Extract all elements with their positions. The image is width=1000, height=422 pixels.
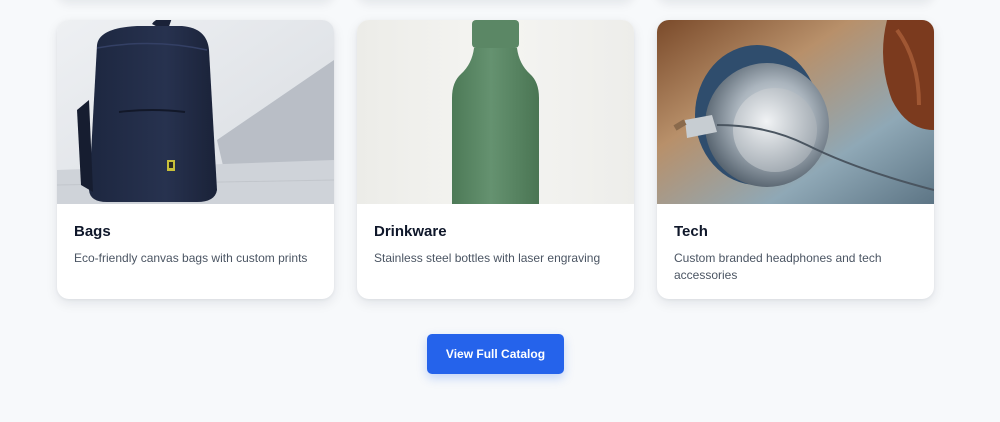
product-card-bags[interactable]: Bags Eco-friendly canvas bags with custo…: [57, 20, 334, 299]
bottle-image: [357, 20, 634, 204]
card-description: Custom branded headphones and tech acces…: [674, 251, 882, 282]
product-card-drinkware[interactable]: Drinkware Stainless steel bottles with l…: [357, 20, 634, 299]
card-description: Eco-friendly canvas bags with custom pri…: [74, 251, 308, 265]
product-card-tech[interactable]: Tech Custom branded headphones and tech …: [657, 20, 934, 299]
card-description: Stainless steel bottles with laser engra…: [374, 251, 601, 265]
headphones-image: [657, 20, 934, 204]
card-title: Drinkware: [374, 223, 447, 240]
card-title: Bags: [74, 223, 111, 240]
backpack-image: [57, 20, 334, 204]
view-full-catalog-button[interactable]: View Full Catalog: [427, 334, 564, 374]
card-title: Tech: [674, 223, 708, 240]
